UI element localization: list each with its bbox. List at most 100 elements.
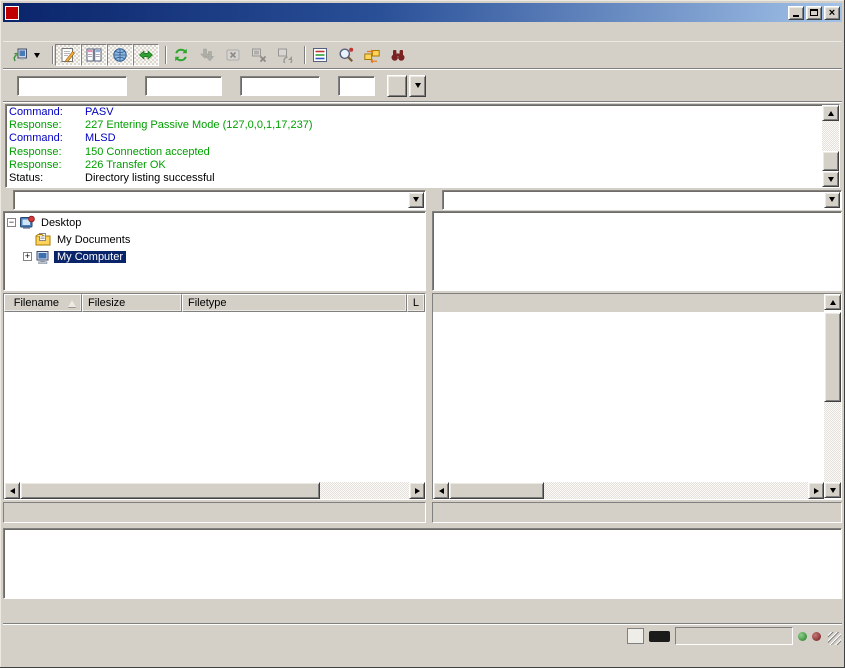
scroll-down-button[interactable] xyxy=(824,482,841,498)
minimize-icon xyxy=(793,15,799,17)
reconnect-button[interactable] xyxy=(272,44,298,66)
menu-item[interactable] xyxy=(69,29,85,35)
local-list-header: FilenameFilesizeFiletypeL xyxy=(4,294,425,312)
transfer-type-icon xyxy=(627,628,644,644)
documents-folder-icon xyxy=(35,232,51,248)
close-icon: × xyxy=(829,8,835,18)
compare-directories-button[interactable] xyxy=(385,44,411,66)
quickconnect-dropdown-button[interactable] xyxy=(409,75,426,97)
column-header[interactable]: L xyxy=(407,294,425,312)
view-log-button[interactable] xyxy=(55,44,81,66)
view-queue-button[interactable] xyxy=(133,44,159,66)
menu-item[interactable] xyxy=(101,29,117,35)
divider xyxy=(3,101,842,103)
arrow-right-icon xyxy=(415,488,420,494)
cancel-button[interactable] xyxy=(220,44,246,66)
arrow-right-icon xyxy=(814,488,819,494)
process-queue-icon xyxy=(199,47,215,63)
arrow-left-icon xyxy=(439,488,444,494)
file-search-button[interactable] xyxy=(333,44,359,66)
close-button[interactable]: × xyxy=(824,6,840,20)
chevron-down-icon xyxy=(829,197,835,202)
process-queue-button[interactable] xyxy=(194,44,220,66)
scroll-left-button[interactable] xyxy=(433,482,449,499)
port-input[interactable] xyxy=(338,76,375,96)
remote-file-list xyxy=(432,293,842,500)
file-search-icon xyxy=(338,47,354,63)
tree-expander[interactable]: − xyxy=(7,218,16,227)
log-scrollbar[interactable] xyxy=(822,105,839,187)
tree-item[interactable]: − Desktop xyxy=(4,214,425,231)
queue-status xyxy=(675,627,793,645)
sort-asc-icon xyxy=(68,300,76,307)
led-red-icon xyxy=(812,632,821,641)
scroll-right-button[interactable] xyxy=(808,482,824,499)
log-line: Response:226 Transfer OK xyxy=(9,159,819,172)
local-list-body xyxy=(4,312,425,482)
scroll-down-button[interactable] xyxy=(822,171,839,187)
log-line: Status:Directory listing successful xyxy=(9,172,819,185)
log-line: Response:150 Connection accepted xyxy=(9,146,819,159)
reconnect-icon xyxy=(277,47,293,63)
remote-list-body xyxy=(433,312,824,482)
scroll-up-button[interactable] xyxy=(822,105,839,121)
remote-site-bar xyxy=(432,189,842,210)
minimize-button[interactable] xyxy=(788,6,804,20)
site-manager-button[interactable] xyxy=(6,44,46,66)
scrollbar-thumb[interactable] xyxy=(824,312,841,402)
column-header[interactable]: Filesize xyxy=(82,294,182,312)
log-line: Command:PASV xyxy=(9,106,819,119)
username-input[interactable] xyxy=(145,76,222,96)
refresh-button[interactable] xyxy=(168,44,194,66)
quickconnect-button[interactable] xyxy=(387,75,407,97)
column-header[interactable]: Filename xyxy=(4,294,82,312)
host-input[interactable] xyxy=(17,76,127,96)
menu-item[interactable] xyxy=(21,29,37,35)
column-header[interactable]: Filetype xyxy=(182,294,407,312)
tree-item[interactable]: + My Computer xyxy=(4,248,425,265)
cancel-icon xyxy=(225,47,241,63)
menu-item[interactable] xyxy=(37,29,53,35)
password-input[interactable] xyxy=(240,76,320,96)
view-local-tree-button[interactable] xyxy=(81,44,107,66)
scrollbar-thumb[interactable] xyxy=(449,482,544,499)
combo-dropdown-button[interactable] xyxy=(824,192,840,208)
tree-expander[interactable]: + xyxy=(23,252,32,261)
menu-item[interactable] xyxy=(53,29,69,35)
toolbar xyxy=(3,42,842,68)
compare-directories-icon xyxy=(390,47,406,63)
combo-dropdown-button[interactable] xyxy=(408,192,424,208)
remote-pane xyxy=(432,189,842,523)
scroll-left-button[interactable] xyxy=(4,482,20,499)
view-remote-tree-icon xyxy=(112,47,128,63)
statusbar xyxy=(3,625,842,647)
remote-status xyxy=(432,502,842,523)
maximize-button[interactable] xyxy=(806,6,822,20)
scrollbar-thumb[interactable] xyxy=(822,151,839,171)
tree-item[interactable]: My Documents xyxy=(4,231,425,248)
scroll-up-button[interactable] xyxy=(824,294,841,310)
refresh-icon xyxy=(173,47,189,63)
menu-item[interactable] xyxy=(85,29,101,35)
view-remote-tree-button[interactable] xyxy=(107,44,133,66)
arrow-down-icon xyxy=(828,177,834,182)
sync-browse-button[interactable] xyxy=(359,44,385,66)
queue-body xyxy=(3,528,842,599)
disconnect-button[interactable] xyxy=(246,44,272,66)
scrollbar-thumb[interactable] xyxy=(20,482,320,499)
remote-site-combo[interactable] xyxy=(442,190,842,210)
remote-vertical-scrollbar[interactable] xyxy=(824,312,841,482)
menu-item[interactable] xyxy=(5,29,21,35)
quickconnect-bar xyxy=(3,70,842,101)
local-horizontal-scrollbar[interactable] xyxy=(4,482,425,499)
local-site-combo[interactable] xyxy=(13,190,426,210)
queue-tabs xyxy=(3,599,842,623)
filter-button[interactable] xyxy=(307,44,333,66)
site-manager-icon xyxy=(12,47,28,63)
arrow-left-icon xyxy=(10,488,15,494)
titlebar[interactable]: × xyxy=(3,3,842,22)
scroll-right-button[interactable] xyxy=(409,482,425,499)
sync-browse-icon xyxy=(364,47,380,63)
remote-horizontal-scrollbar[interactable] xyxy=(433,482,824,499)
resize-grip[interactable] xyxy=(828,632,841,645)
